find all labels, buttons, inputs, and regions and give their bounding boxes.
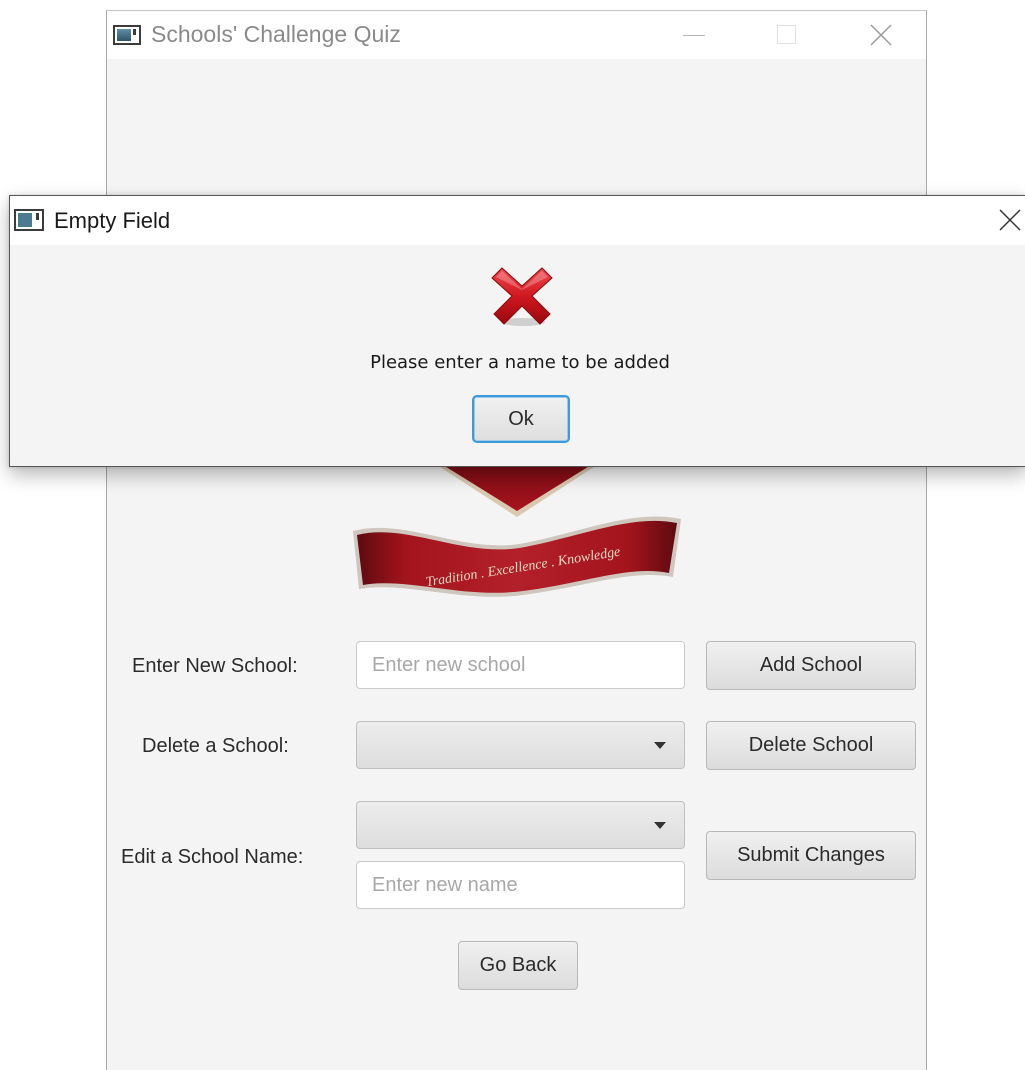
main-titlebar[interactable]: Schools' Challenge Quiz (107, 11, 926, 59)
close-icon[interactable] (869, 23, 893, 47)
maximize-icon[interactable] (777, 25, 796, 44)
dialog-titlebar[interactable]: Empty Field (10, 196, 1025, 245)
close-icon[interactable] (998, 208, 1022, 232)
error-x-icon (491, 267, 553, 326)
new-school-input[interactable] (356, 641, 685, 689)
add-school-button[interactable]: Add School (706, 641, 916, 690)
chevron-down-icon (654, 742, 666, 749)
school-crest-logo: Tradition . Excellence . Knowledge (353, 465, 681, 597)
submit-changes-button[interactable]: Submit Changes (706, 831, 916, 880)
delete-school-label: Delete a School: (142, 735, 289, 757)
java-app-icon (113, 25, 141, 45)
minimize-icon[interactable] (683, 35, 705, 36)
ok-button[interactable]: Ok (472, 395, 570, 443)
delete-school-dropdown[interactable] (356, 721, 685, 769)
main-window-title: Schools' Challenge Quiz (151, 21, 401, 47)
java-app-icon (14, 209, 44, 231)
delete-school-button[interactable]: Delete School (706, 721, 916, 770)
edit-school-dropdown[interactable] (356, 801, 685, 849)
edit-name-input[interactable] (356, 861, 685, 909)
chevron-down-icon (654, 822, 666, 829)
main-window: Schools' Challenge Quiz Tradition . Exce… (106, 10, 927, 1070)
edit-school-label: Edit a School Name: (121, 846, 304, 868)
go-back-button[interactable]: Go Back (458, 941, 578, 990)
new-school-label: Enter New School: (132, 655, 298, 677)
dialog-title: Empty Field (54, 208, 171, 233)
empty-field-dialog: Empty Field Please enter a name to be ad… (9, 195, 1025, 467)
dialog-message: Please enter a name to be added (370, 352, 670, 373)
